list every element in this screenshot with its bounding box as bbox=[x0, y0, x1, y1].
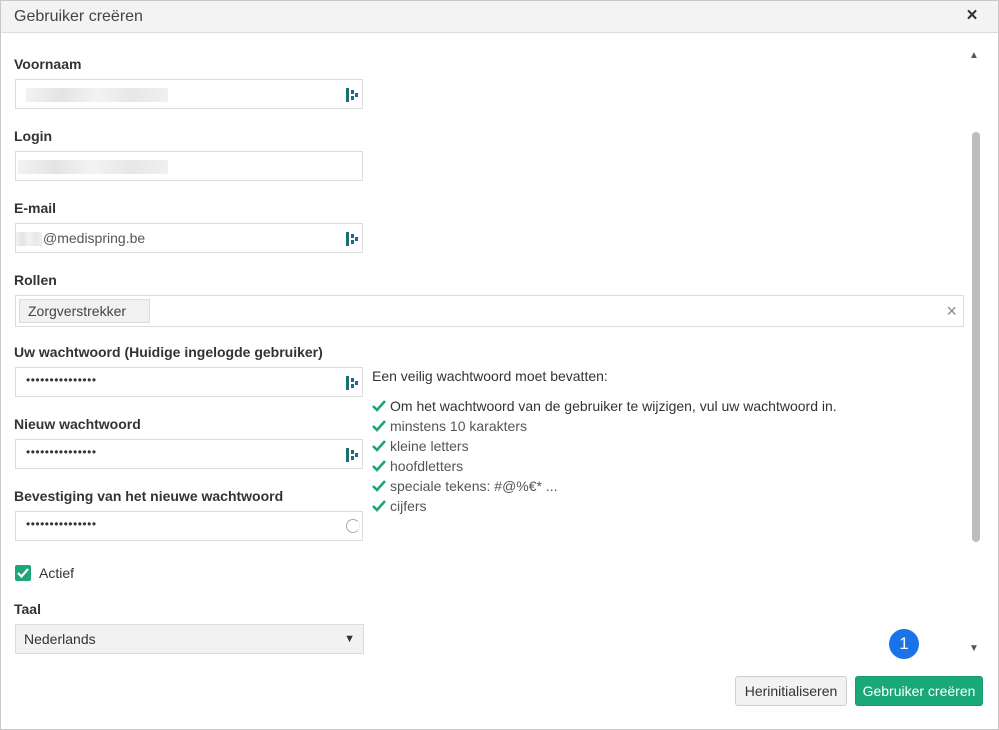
password-rule-text: speciale tekens: #@%€* ... bbox=[390, 478, 558, 494]
role-tag[interactable]: Zorgverstrekker bbox=[19, 299, 150, 323]
close-button[interactable]: × bbox=[964, 6, 980, 25]
password-rule: hoofdletters bbox=[372, 456, 837, 476]
loading-spinner-icon bbox=[346, 519, 360, 533]
password-rules-list: Om het wachtwoord van de gebruiker te wi… bbox=[372, 396, 837, 516]
roles-label: Rollen bbox=[14, 272, 57, 288]
first-name-input[interactable] bbox=[15, 79, 363, 109]
redacted-text bbox=[16, 232, 42, 246]
password-rule-text: cijfers bbox=[390, 498, 427, 514]
password-help-title: Een veilig wachtwoord moet bevatten: bbox=[372, 368, 608, 384]
notification-badge[interactable]: 1 bbox=[889, 629, 919, 659]
confirm-password-label: Bevestiging van het nieuwe wachtwoord bbox=[14, 488, 284, 504]
active-checkbox[interactable] bbox=[15, 565, 31, 581]
login-input[interactable] bbox=[15, 151, 363, 181]
password-manager-icon[interactable] bbox=[346, 232, 358, 246]
current-password-input[interactable]: ••••••••••••••• bbox=[15, 367, 363, 397]
new-password-value: ••••••••••••••• bbox=[26, 445, 97, 459]
password-manager-icon[interactable] bbox=[346, 376, 358, 390]
password-manager-icon[interactable] bbox=[346, 88, 358, 102]
password-manager-icon[interactable] bbox=[346, 448, 358, 462]
check-icon bbox=[372, 440, 390, 452]
roles-multiselect[interactable]: Zorgverstrekker × bbox=[15, 295, 964, 327]
password-rule-text: Om het wachtwoord van de gebruiker te wi… bbox=[390, 398, 837, 414]
new-password-label: Nieuw wachtwoord bbox=[14, 416, 141, 432]
scroll-up-arrow-icon[interactable]: ▲ bbox=[969, 50, 979, 61]
check-icon bbox=[372, 420, 390, 432]
active-label: Actief bbox=[39, 565, 75, 581]
email-label: E-mail bbox=[14, 200, 57, 216]
reset-button[interactable]: Herinitialiseren bbox=[735, 676, 847, 706]
redacted-text bbox=[26, 88, 168, 102]
current-password-value: ••••••••••••••• bbox=[26, 373, 97, 387]
language-select[interactable]: Nederlands ▼ bbox=[15, 624, 364, 654]
check-icon bbox=[372, 460, 390, 472]
scroll-down-arrow-icon[interactable]: ▼ bbox=[969, 643, 979, 654]
password-rule: kleine letters bbox=[372, 436, 837, 456]
clear-roles-icon[interactable]: × bbox=[946, 301, 957, 321]
first-name-label: Voornaam bbox=[14, 56, 82, 72]
language-value: Nederlands bbox=[24, 631, 96, 647]
password-rule: cijfers bbox=[372, 496, 837, 516]
redacted-text bbox=[18, 160, 168, 174]
check-icon bbox=[372, 480, 390, 492]
scrollbar-thumb[interactable] bbox=[972, 132, 980, 542]
scrollbar[interactable]: ▲ ▼ bbox=[967, 46, 983, 658]
password-rule-text: minstens 10 karakters bbox=[390, 418, 527, 434]
email-value: @medispring.be bbox=[43, 230, 146, 246]
check-icon bbox=[372, 500, 390, 512]
language-label: Taal bbox=[14, 601, 41, 617]
confirm-password-input[interactable]: ••••••••••••••• bbox=[15, 511, 363, 541]
login-label: Login bbox=[14, 128, 53, 144]
check-icon bbox=[372, 400, 390, 412]
email-input[interactable]: @medispring.be bbox=[15, 223, 363, 253]
password-rule: minstens 10 karakters bbox=[372, 416, 837, 436]
create-user-button[interactable]: Gebruiker creëren bbox=[855, 676, 983, 706]
create-user-dialog: Gebruiker creëren × Voornaam Login E-mai… bbox=[0, 0, 999, 730]
password-rule: Om het wachtwoord van de gebruiker te wi… bbox=[372, 396, 837, 416]
password-rule-text: hoofdletters bbox=[390, 458, 464, 474]
password-rule-text: kleine letters bbox=[390, 438, 469, 454]
confirm-password-value: ••••••••••••••• bbox=[26, 517, 97, 531]
caret-down-icon: ▼ bbox=[344, 633, 355, 645]
current-password-label: Uw wachtwoord (Huidige ingelogde gebruik… bbox=[14, 344, 323, 360]
password-rule: speciale tekens: #@%€* ... bbox=[372, 476, 837, 496]
checkmark-icon bbox=[17, 568, 29, 579]
dialog-titlebar: Gebruiker creëren × bbox=[1, 1, 998, 33]
dialog-title: Gebruiker creëren bbox=[14, 8, 143, 25]
new-password-input[interactable]: ••••••••••••••• bbox=[15, 439, 363, 469]
